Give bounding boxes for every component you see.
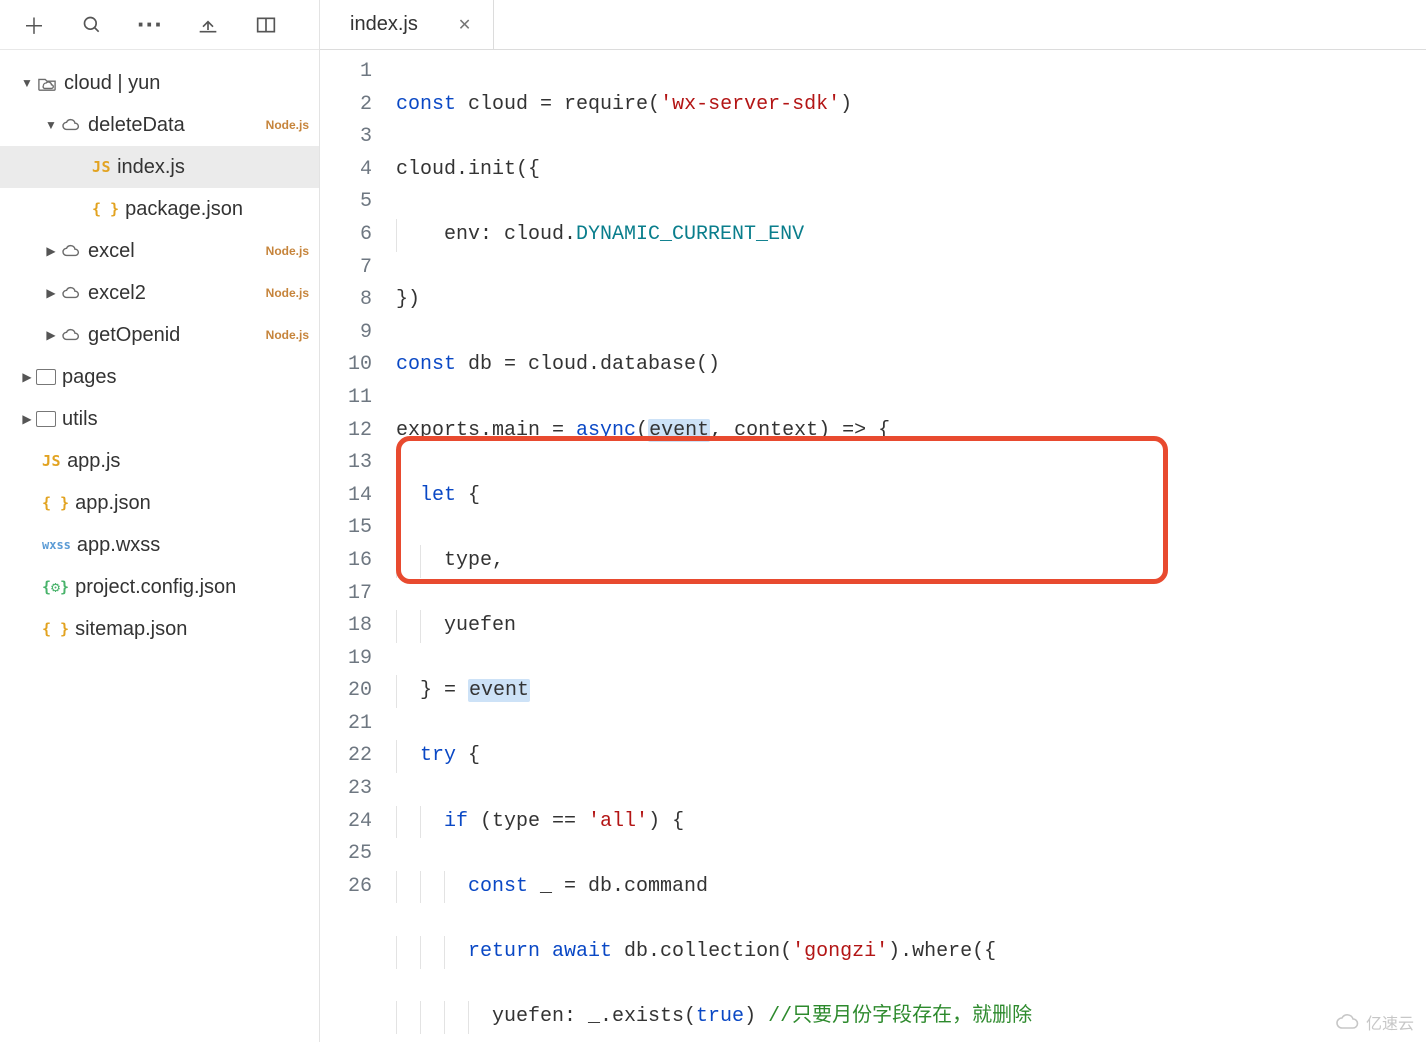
- code-editor[interactable]: 1234567891011121314151617181920212223242…: [320, 50, 1426, 1042]
- watermark: 亿速云: [1334, 1010, 1414, 1034]
- caret-right-icon: ▶: [42, 328, 60, 342]
- cloud-folder-icon: [36, 74, 58, 92]
- tree-label: utils: [62, 408, 309, 431]
- folder-icon: [36, 411, 56, 427]
- tree-file-appjs[interactable]: JS app.js: [0, 440, 319, 482]
- split-icon: [256, 16, 276, 34]
- tree-label: excel: [88, 240, 266, 263]
- tab-title: index.js: [350, 13, 418, 36]
- tree-file-sitemap[interactable]: { } sitemap.json: [0, 608, 319, 650]
- tree-label: deleteData: [88, 114, 266, 137]
- folder-icon: [36, 369, 56, 385]
- json-icon: { }: [42, 494, 69, 512]
- tree-folder-utils[interactable]: ▶ utils: [0, 398, 319, 440]
- collapse-button[interactable]: [184, 7, 232, 43]
- tree-folder-getopenid[interactable]: ▶ getOpenid Node.js: [0, 314, 319, 356]
- tree-file-indexjs[interactable]: JS index.js: [0, 146, 319, 188]
- tree-folder-excel[interactable]: ▶ excel Node.js: [0, 230, 319, 272]
- wxss-icon: wxss: [42, 538, 71, 552]
- line-gutter: 1234567891011121314151617181920212223242…: [320, 56, 390, 1042]
- cloud-fn-icon: [60, 243, 82, 259]
- cloud-fn-icon: [60, 285, 82, 301]
- cloud-fn-icon: [60, 327, 82, 343]
- caret-down-icon: ▼: [18, 76, 36, 90]
- tree-label: getOpenid: [88, 324, 266, 347]
- sidebar: ＋ ··· ▼ cloud | yun ▼ deleteData Node.js: [0, 0, 320, 1042]
- cloud-fn-icon: [60, 117, 82, 133]
- tree-folder-excel2[interactable]: ▶ excel2 Node.js: [0, 272, 319, 314]
- json-icon: { }: [42, 620, 69, 638]
- tree-file-appjson[interactable]: { } app.json: [0, 482, 319, 524]
- tab-indexjs[interactable]: index.js ✕: [320, 0, 494, 49]
- js-icon: JS: [42, 452, 61, 470]
- code-content: const cloud = require('wx-server-sdk') c…: [390, 56, 1426, 1042]
- tree-label: sitemap.json: [75, 618, 309, 641]
- tree-folder-deletedata[interactable]: ▼ deleteData Node.js: [0, 104, 319, 146]
- nodejs-badge: Node.js: [266, 244, 309, 258]
- nodejs-badge: Node.js: [266, 118, 309, 132]
- tree-label: cloud | yun: [64, 72, 309, 95]
- caret-right-icon: ▶: [18, 370, 36, 384]
- more-button[interactable]: ···: [126, 7, 174, 43]
- tree-label: app.json: [75, 492, 309, 515]
- json-icon: { }: [92, 200, 119, 218]
- search-icon: [82, 15, 102, 35]
- tree-label: app.js: [67, 450, 309, 473]
- tree-label: pages: [62, 366, 309, 389]
- collapse-icon: [198, 16, 218, 34]
- caret-right-icon: ▶: [18, 412, 36, 426]
- sidebar-toolbar: ＋ ···: [0, 0, 319, 50]
- editor-tabs: index.js ✕: [320, 0, 1426, 50]
- caret-right-icon: ▶: [42, 286, 60, 300]
- tree-folder-cloud[interactable]: ▼ cloud | yun: [0, 62, 319, 104]
- tree-label: index.js: [117, 156, 309, 179]
- js-icon: JS: [92, 158, 111, 176]
- editor-area: index.js ✕ 12345678910111213141516171819…: [320, 0, 1426, 1042]
- tree-label: app.wxss: [77, 534, 309, 557]
- close-icon[interactable]: ✕: [458, 15, 471, 35]
- cloud-icon: [1334, 1012, 1362, 1032]
- caret-right-icon: ▶: [42, 244, 60, 258]
- tree-label: project.config.json: [75, 576, 309, 599]
- tree-file-packagejson[interactable]: { } package.json: [0, 188, 319, 230]
- nodejs-badge: Node.js: [266, 286, 309, 300]
- config-icon: {⚙}: [42, 578, 69, 596]
- tree-label: package.json: [125, 198, 309, 221]
- caret-down-icon: ▼: [42, 118, 60, 132]
- tree-folder-pages[interactable]: ▶ pages: [0, 356, 319, 398]
- file-tree: ▼ cloud | yun ▼ deleteData Node.js JS in…: [0, 50, 319, 1042]
- tree-label: excel2: [88, 282, 266, 305]
- tree-file-appwxss[interactable]: wxss app.wxss: [0, 524, 319, 566]
- new-file-button[interactable]: ＋: [10, 7, 58, 43]
- tree-file-projectconfig[interactable]: {⚙} project.config.json: [0, 566, 319, 608]
- search-button[interactable]: [68, 7, 116, 43]
- nodejs-badge: Node.js: [266, 328, 309, 342]
- split-button[interactable]: [242, 7, 290, 43]
